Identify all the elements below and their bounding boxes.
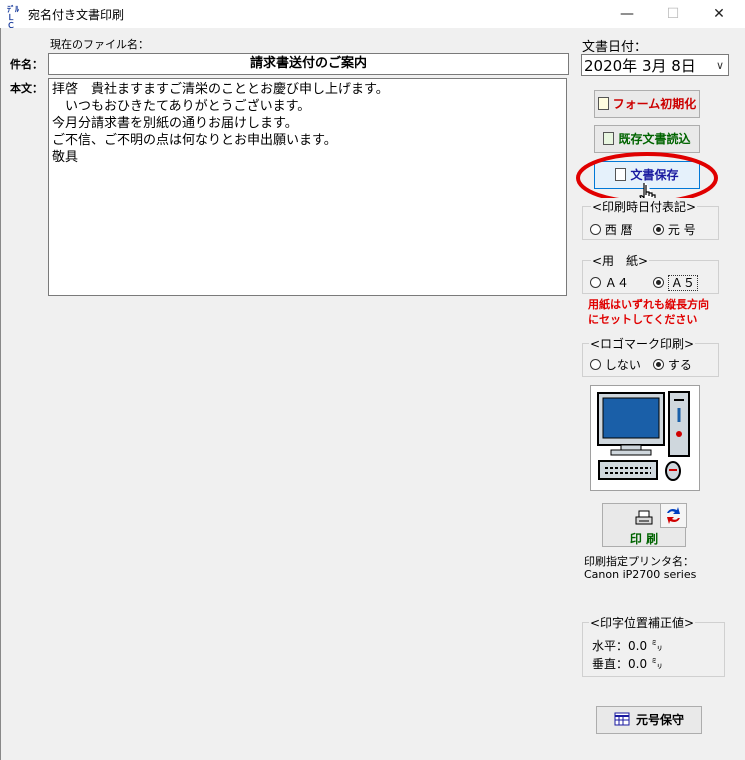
app-icon: ﾃﾞﾙ ＬＣ (7, 5, 19, 30)
calendar-icon (614, 712, 630, 726)
load-document-button[interactable]: 既存文書読込 (594, 125, 700, 153)
open-document-icon (603, 132, 615, 145)
document-icon (597, 97, 609, 110)
offset-horizontal: 水平：0.0 ㍉ (592, 639, 663, 653)
close-button[interactable]: ✕ (696, 0, 742, 28)
radio-logo-off[interactable]: しない (590, 356, 641, 373)
radio-circle (653, 224, 664, 235)
logo-print-title: <ロゴマーク印刷> (589, 335, 696, 352)
radio-paper-a4[interactable]: Ａ４ (590, 274, 629, 291)
print-label: 印 刷 (629, 532, 659, 546)
radio-japanese-era[interactable]: 元 号 (653, 221, 696, 238)
maximize-button[interactable]: ☐ (650, 0, 696, 28)
chevron-down-icon: ∨ (715, 59, 724, 72)
current-file-label: 現在のファイル名： (50, 38, 149, 51)
paper-group-title: <用 紙> (591, 252, 650, 269)
body-textarea[interactable]: 拝啓 貴社ますますご清栄のこととお慶び申し上げます。 いつもおひきたてありがとう… (48, 78, 567, 296)
printer-label: 印刷指定プリンタ名： (584, 555, 694, 568)
radio-label: Ａ４ (604, 276, 629, 290)
radio-circle (590, 277, 601, 288)
paper-orientation-note: 用紙はいずれも縦長方向 にセットしてください (588, 297, 709, 327)
era-save-button[interactable]: 元号保守 (596, 706, 702, 734)
computer-icon (597, 391, 690, 481)
paper-note-line2: にセットしてください (588, 313, 698, 326)
offset-vertical: 垂直：0.0 ㍉ (592, 657, 663, 671)
load-document-label: 既存文書読込 (618, 132, 691, 146)
subject-label: 件名： (10, 58, 43, 71)
radio-circle (590, 224, 601, 235)
window-border (0, 28, 1, 760)
radio-logo-on[interactable]: する (653, 356, 692, 373)
radio-label: する (667, 358, 692, 372)
minimize-button[interactable]: — (604, 0, 650, 28)
printer-name: Canon iP2700 series (584, 568, 697, 581)
logo-image (590, 385, 700, 491)
window-title: 宛名付き文書印刷 (28, 8, 125, 22)
document-date-label: 文書日付： (582, 40, 648, 55)
radio-circle (590, 359, 601, 370)
form-reset-button[interactable]: フォーム初期化 (594, 90, 700, 118)
radio-paper-a5[interactable]: Ａ５ (653, 274, 698, 291)
form-reset-label: フォーム初期化 (612, 97, 697, 111)
printer-icon (635, 510, 653, 525)
radio-western-era[interactable]: 西 暦 (590, 221, 633, 238)
subject-field[interactable]: 請求書送付のご案内 (48, 53, 569, 75)
document-date-value: 2020年 3月 8日 (584, 57, 696, 75)
refresh-icon (667, 507, 680, 524)
radio-label: 西 暦 (604, 223, 633, 237)
offset-title: <印字位置補正値> (589, 614, 696, 631)
document-date-picker[interactable]: 2020年 3月 8日 ∨ (581, 54, 729, 76)
radio-label: しない (604, 358, 641, 372)
paper-note-line1: 用紙はいずれも縦長方向 (588, 298, 709, 311)
date-notation-title: <印刷時日付表記> (591, 198, 698, 215)
radio-label: 元 号 (667, 223, 696, 237)
radio-label: Ａ５ (667, 275, 698, 291)
body-label: 本文： (10, 82, 43, 95)
radio-circle (653, 277, 664, 288)
refresh-printer-button[interactable] (660, 503, 687, 528)
radio-circle (653, 359, 664, 370)
era-save-label: 元号保守 (635, 713, 684, 727)
